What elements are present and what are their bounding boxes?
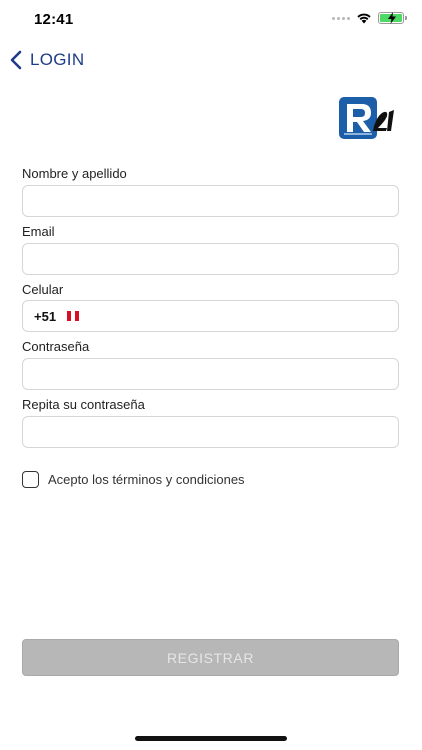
r21-logo (339, 97, 394, 139)
wifi-icon (357, 13, 371, 24)
country-code-selector[interactable]: +51 (34, 309, 56, 324)
register-button[interactable]: REGISTRAR (22, 639, 399, 676)
status-bar: 12:41 (0, 0, 422, 40)
password-confirm-field[interactable] (22, 416, 399, 448)
peru-flag-icon (67, 311, 80, 321)
password-label: Contraseña (22, 339, 90, 354)
terms-row[interactable]: Acepto los términos y condiciones (22, 471, 245, 488)
email-field[interactable] (22, 243, 399, 275)
chevron-left-icon (10, 50, 22, 70)
full-name-field[interactable] (22, 185, 399, 217)
phone-field-container: +51 (22, 300, 399, 332)
password-field[interactable] (22, 358, 399, 390)
back-label: LOGIN (30, 50, 85, 69)
status-icons (332, 12, 407, 24)
password-confirm-label: Repita su contraseña (22, 397, 145, 412)
phone-label: Celular (22, 282, 64, 297)
back-button[interactable]: LOGIN (10, 50, 84, 70)
full-name-label: Nombre y apellido (22, 166, 127, 181)
signal-icon (332, 16, 350, 20)
home-indicator[interactable] (135, 736, 287, 741)
battery-charging-icon (378, 12, 407, 24)
terms-checkbox[interactable] (22, 471, 39, 488)
phone-field[interactable] (79, 301, 398, 331)
terms-label: Acepto los términos y condiciones (48, 472, 245, 487)
status-time: 12:41 (34, 11, 74, 28)
email-label: Email (22, 224, 55, 239)
